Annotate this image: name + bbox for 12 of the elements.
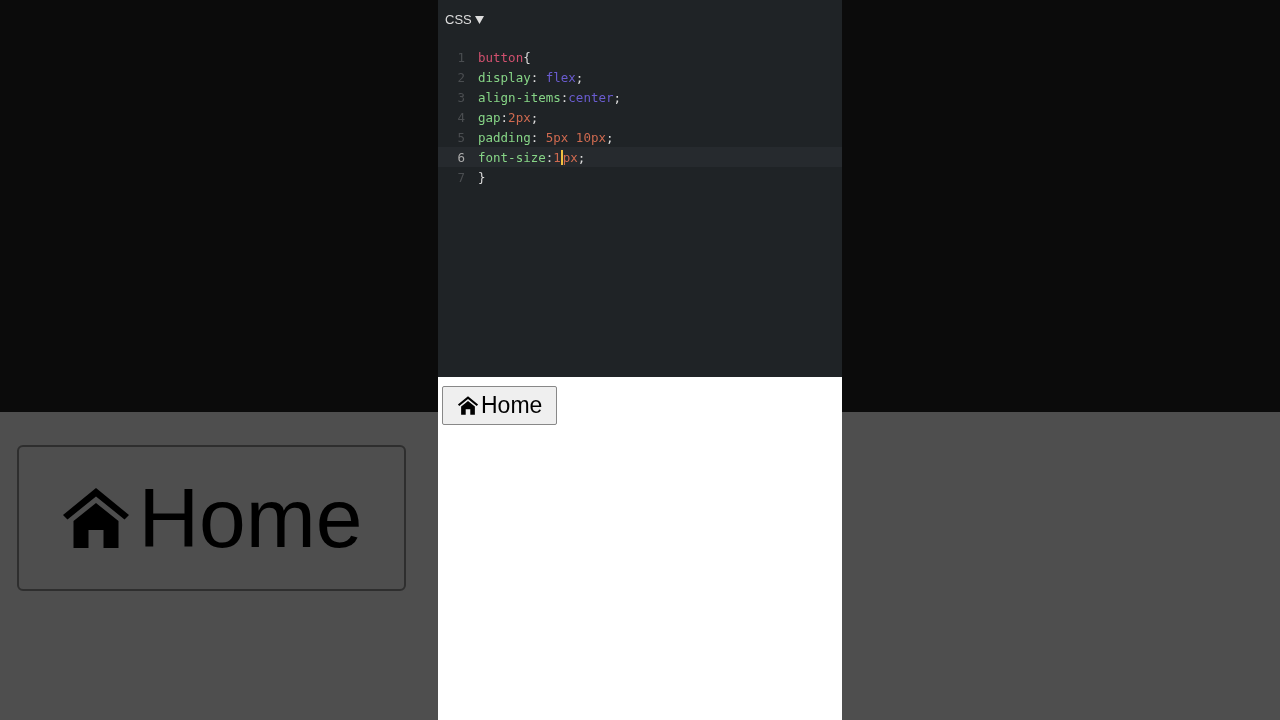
code-text: display: flex;: [478, 69, 584, 85]
code-text: gap:2px;: [478, 109, 539, 125]
home-icon: [457, 395, 479, 416]
caret-icon: [474, 15, 484, 24]
line-number: 6: [456, 149, 466, 165]
code-text: button{: [478, 49, 531, 65]
home-button[interactable]: Home: [442, 386, 558, 425]
code-text: padding: 5px 10px;: [478, 129, 614, 145]
code-text: }: [478, 169, 486, 185]
code-text: font-size:1 px;: [478, 149, 586, 165]
code-text: align-items:center;: [478, 89, 621, 105]
language-dropdown[interactable]: CSS: [445, 12, 484, 27]
